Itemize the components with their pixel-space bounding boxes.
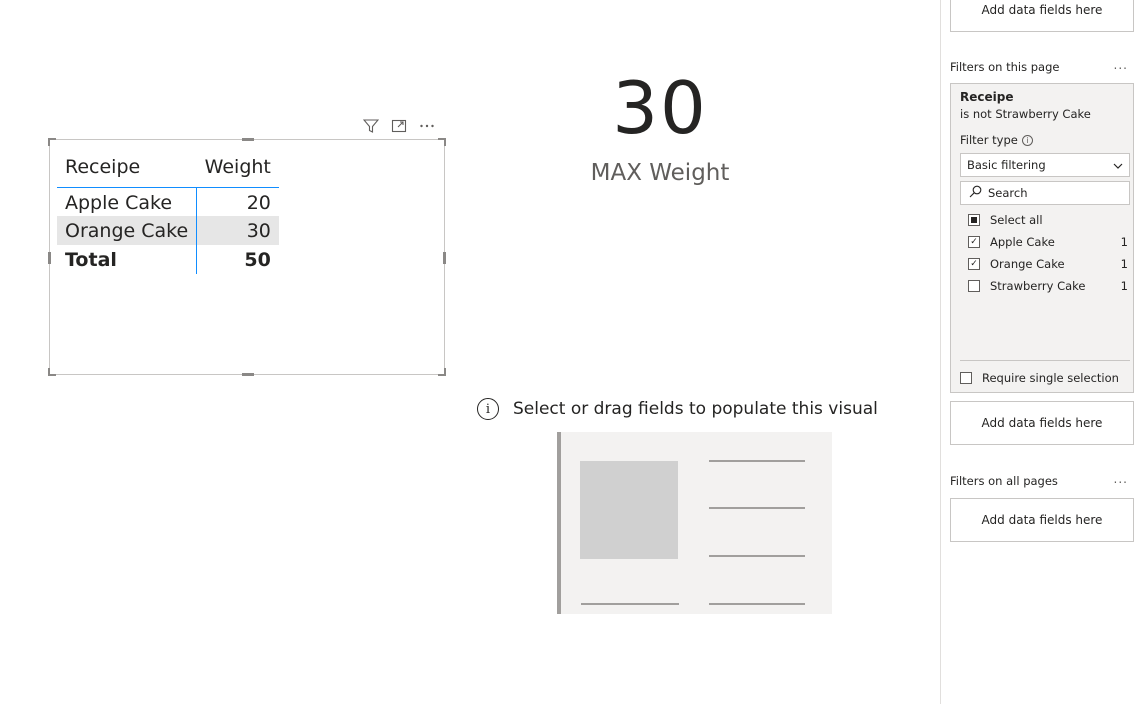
search-placeholder: Search bbox=[988, 186, 1028, 200]
resize-handle-top-left[interactable] bbox=[48, 138, 56, 146]
placeholder-line bbox=[581, 603, 679, 605]
filter-type-dropdown[interactable]: Basic filtering bbox=[960, 153, 1130, 177]
cell-recipe: Apple Cake bbox=[65, 191, 173, 214]
section-title-all-pages: Filters on all pages bbox=[950, 474, 1058, 488]
option-count: 1 bbox=[1120, 235, 1128, 249]
placeholder-line bbox=[709, 507, 805, 509]
info-icon[interactable]: i bbox=[1021, 134, 1033, 146]
placeholder-image-block bbox=[580, 461, 678, 559]
card-label: MAX Weight bbox=[590, 160, 730, 186]
placeholder-line bbox=[709, 460, 805, 462]
resize-handle-left[interactable] bbox=[48, 252, 51, 264]
info-icon: i bbox=[477, 398, 499, 420]
page-filters-more-icon[interactable]: ... bbox=[1114, 58, 1128, 72]
filter-card-receipe[interactable]: Receipe is not Strawberry Cake Filter ty… bbox=[950, 83, 1134, 393]
card-value[interactable]: 30 bbox=[560, 66, 760, 150]
require-single-selection[interactable]: Require single selection bbox=[960, 371, 1119, 385]
empty-visual-message: i Select or drag fields to populate this… bbox=[477, 398, 878, 420]
section-title-page-filters: Filters on this page bbox=[950, 60, 1060, 74]
focus-mode-icon[interactable] bbox=[390, 117, 408, 135]
search-icon bbox=[969, 185, 982, 201]
filter-search-input[interactable]: Search bbox=[960, 181, 1130, 205]
empty-visual-placeholder[interactable] bbox=[557, 432, 832, 614]
filter-type-value: Basic filtering bbox=[967, 158, 1046, 172]
option-label: Strawberry Cake bbox=[990, 279, 1086, 293]
column-header-weight[interactable]: Weight bbox=[196, 147, 279, 188]
visual-filters-drop-zone[interactable]: Add data fields here bbox=[950, 0, 1134, 32]
empty-visual-text: Select or drag fields to populate this v… bbox=[513, 399, 878, 419]
report-canvas: Receipe Weight Apple Cake 20 Orange Cake… bbox=[0, 0, 940, 704]
placeholder-line bbox=[709, 603, 805, 605]
more-options-icon[interactable] bbox=[418, 117, 436, 135]
checkbox-checked[interactable]: ✓ bbox=[968, 236, 980, 248]
table-row[interactable]: Apple Cake 20 bbox=[57, 187, 279, 216]
all-pages-more-icon[interactable]: ... bbox=[1114, 472, 1128, 486]
option-apple-cake[interactable]: ✓ Apple Cake 1 bbox=[968, 235, 1128, 249]
resize-handle-bottom[interactable] bbox=[242, 373, 254, 376]
resize-handle-top[interactable] bbox=[242, 138, 254, 141]
all-pages-drop-zone[interactable]: Add data fields here bbox=[950, 498, 1134, 542]
checkbox-partial[interactable] bbox=[968, 214, 980, 226]
visual-header bbox=[362, 116, 436, 136]
resize-handle-bottom-right[interactable] bbox=[438, 368, 446, 376]
cell-weight: 30 bbox=[196, 216, 279, 245]
checkbox-unchecked[interactable] bbox=[960, 372, 972, 384]
cell-weight: 20 bbox=[196, 187, 279, 216]
option-label: Select all bbox=[990, 213, 1043, 227]
option-strawberry-cake[interactable]: Strawberry Cake 1 bbox=[968, 279, 1128, 293]
filter-type-text: Filter type bbox=[960, 133, 1018, 147]
checkbox-unchecked[interactable] bbox=[968, 280, 980, 292]
checkbox-checked[interactable]: ✓ bbox=[968, 258, 980, 270]
table-total-row: Total 50 bbox=[57, 245, 279, 274]
resize-handle-top-right[interactable] bbox=[438, 138, 446, 146]
option-count: 1 bbox=[1120, 257, 1128, 271]
resize-handle-right[interactable] bbox=[443, 252, 446, 264]
page-filters-drop-zone[interactable]: Add data fields here bbox=[950, 401, 1134, 445]
filter-icon[interactable] bbox=[362, 117, 380, 135]
resize-handle-bottom-left[interactable] bbox=[48, 368, 56, 376]
placeholder-line bbox=[709, 555, 805, 557]
divider bbox=[960, 360, 1130, 361]
data-table: Receipe Weight Apple Cake 20 Orange Cake… bbox=[57, 147, 279, 274]
filter-field-name: Receipe bbox=[960, 90, 1014, 104]
column-header-receipe[interactable]: Receipe bbox=[57, 147, 197, 188]
option-count: 1 bbox=[1120, 279, 1128, 293]
filter-pane: Add data fields here Filters on this pag… bbox=[940, 0, 1136, 704]
filter-type-label: Filter type i bbox=[960, 133, 1033, 147]
filter-condition: is not Strawberry Cake bbox=[960, 107, 1091, 121]
require-single-label: Require single selection bbox=[982, 371, 1119, 385]
cell-total-label: Total bbox=[65, 248, 117, 271]
option-select-all[interactable]: Select all bbox=[968, 213, 1128, 227]
cell-total-value: 50 bbox=[196, 245, 279, 274]
option-label: Orange Cake bbox=[990, 257, 1065, 271]
chevron-down-icon bbox=[1113, 158, 1123, 172]
table-row[interactable]: Orange Cake 30 bbox=[57, 216, 279, 245]
cell-recipe: Orange Cake bbox=[57, 216, 197, 245]
option-orange-cake[interactable]: ✓ Orange Cake 1 bbox=[968, 257, 1128, 271]
option-label: Apple Cake bbox=[990, 235, 1055, 249]
